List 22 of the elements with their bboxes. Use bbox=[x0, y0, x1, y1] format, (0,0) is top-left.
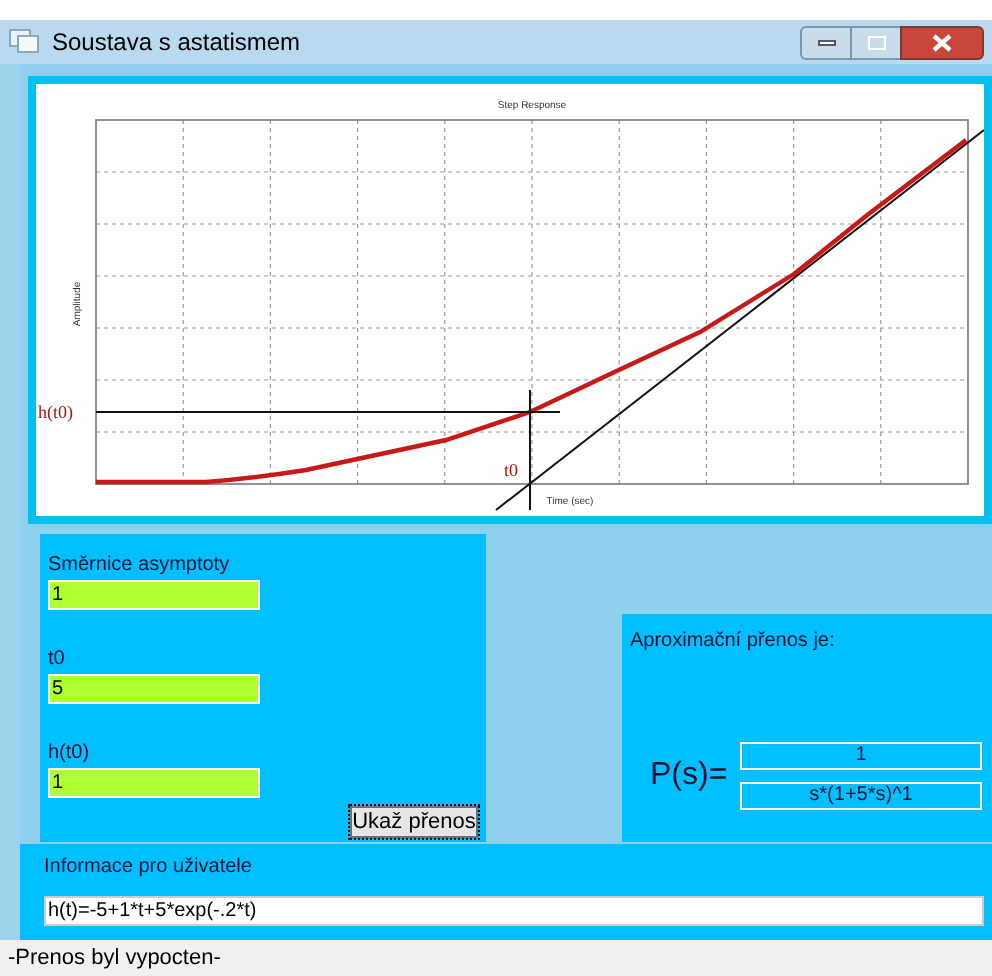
maximize-button[interactable] bbox=[852, 25, 900, 59]
denominator-field: s*(1+5*s)^1 bbox=[740, 782, 982, 811]
window-title: Soustava s astatismem bbox=[52, 26, 301, 60]
field-label: Směrnice asymptoty bbox=[48, 552, 232, 574]
field-label: h(t0) bbox=[48, 740, 92, 762]
input-field[interactable]: 5 bbox=[48, 674, 260, 704]
marker-label: h(t0) bbox=[38, 402, 73, 422]
marker-label: t0 bbox=[504, 460, 519, 480]
input-field[interactable]: 1 bbox=[48, 580, 260, 610]
close-icon bbox=[932, 33, 952, 51]
numerator-field: 1 bbox=[740, 742, 982, 771]
info-label: Informace pro uživatele bbox=[44, 854, 254, 883]
status-text: -Prenos byl vypocten- bbox=[8, 943, 221, 974]
input-field[interactable]: 1 bbox=[48, 768, 260, 798]
result-heading: Aproximační přenos je: bbox=[630, 628, 837, 657]
info-field: h(t)=-5+1*t+5*exp(-.2*t) bbox=[44, 896, 984, 927]
show-transfer-button[interactable]: Ukaž přenos bbox=[350, 806, 478, 838]
window-icon bbox=[8, 28, 40, 56]
minimize-button[interactable] bbox=[800, 25, 852, 59]
close-button[interactable] bbox=[900, 25, 984, 59]
field-label: t0 bbox=[48, 646, 67, 668]
transfer-function-label: P(s)= bbox=[650, 756, 730, 797]
